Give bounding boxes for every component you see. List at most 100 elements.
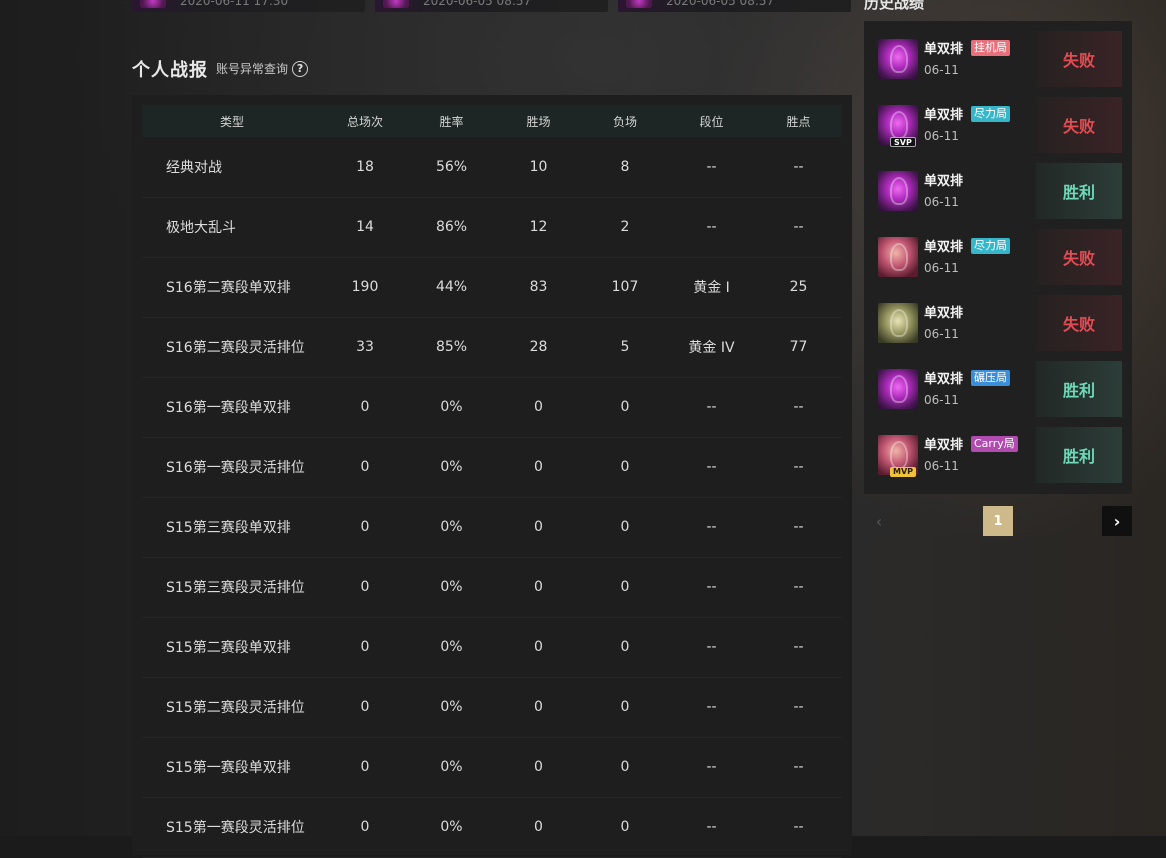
thumbnail-time: 2020-06-05 08:57 [666, 0, 775, 8]
cell-rank: -- [668, 677, 755, 738]
cell-winrate: 0% [408, 377, 495, 438]
performance-badge: SVP [890, 137, 916, 147]
thumbnail-time: 2020-06-11 17:30 [180, 0, 289, 8]
cell-rank: -- [668, 617, 755, 678]
cell-rank: -- [668, 377, 755, 438]
thumbnail-image [626, 0, 652, 8]
match-tag: 挂机局 [971, 40, 1010, 56]
account-abnormal-link[interactable]: 账号异常查询 ? [216, 60, 309, 77]
table-row: S16第一赛段单双排 0 0% 0 0 -- -- [142, 377, 842, 438]
match-item[interactable]: 单双排 06-11 胜利 [878, 153, 1122, 219]
table-row: S16第二赛段单双排 190 44% 83 107 黄金 I 25 [142, 257, 842, 318]
match-result[interactable]: 失败 [1036, 97, 1122, 153]
cell-total: 0 [322, 557, 408, 618]
cell-winrate: 0% [408, 737, 495, 798]
champion-avatar [878, 39, 918, 79]
cell-wins: 28 [495, 317, 582, 378]
cell-total: 0 [322, 377, 408, 438]
match-tag: 尽力局 [971, 238, 1010, 254]
match-item[interactable]: 单双排 尽力局 06-11 失败 [878, 219, 1122, 285]
cell-wins: 10 [495, 137, 582, 198]
match-result[interactable]: 胜利 [1036, 163, 1122, 219]
column-header-losses: 负场 [612, 114, 637, 129]
cell-wins: 0 [495, 737, 582, 798]
match-result[interactable]: 失败 [1036, 295, 1122, 351]
queue-name: 单双排 [924, 372, 964, 387]
champion-avatar [878, 369, 918, 409]
column-header-winrate: 胜率 [439, 114, 464, 129]
page-title: 个人战报 [132, 60, 208, 81]
thumbnail-image [140, 0, 166, 8]
queue-name: 单双排 [924, 240, 964, 255]
cell-losses: 8 [582, 137, 668, 198]
match-date: 06-11 [924, 129, 959, 143]
cell-losses: 0 [582, 617, 668, 678]
match-date: 06-11 [924, 261, 959, 275]
cell-winrate: 56% [408, 137, 495, 198]
stats-table: 类型 总场次 胜率 胜场 负场 段位 胜点 经典对战 18 56% 10 8 -- -- 极地… [142, 105, 842, 858]
match-date: 06-11 [924, 393, 959, 407]
column-header-type: 类型 [219, 114, 244, 129]
table-row: S15第二赛段单双排 0 0% 0 0 -- -- [142, 617, 842, 678]
stats-panel: 类型 总场次 胜率 胜场 负场 段位 胜点 经典对战 18 56% 10 8 -- -- 极地… [132, 95, 852, 858]
help-circle-icon[interactable]: ? [292, 60, 309, 77]
table-row: 经典对战 18 56% 10 8 -- -- [142, 137, 842, 198]
queue-name: 单双排 [924, 174, 964, 189]
cell-losses: 5 [582, 317, 668, 378]
match-item[interactable]: 单双排 06-11 失败 [878, 285, 1122, 351]
match-result[interactable]: 失败 [1036, 229, 1122, 285]
cell-type: S15第一赛段单双排 [142, 737, 322, 798]
match-item[interactable]: 单双排 挂机局 06-11 失败 [878, 21, 1122, 87]
cell-winrate: 86% [408, 197, 495, 258]
cell-type: S15第二赛段灵活排位 [142, 677, 322, 738]
cell-wins: 0 [495, 557, 582, 618]
queue-name: 单双排 [924, 306, 964, 321]
match-item[interactable]: SVP 单双排 尽力局 06-11 失败 [878, 87, 1122, 153]
cell-total: 0 [322, 497, 408, 558]
cell-rank: -- [668, 497, 755, 558]
column-header-rank: 段位 [699, 114, 724, 129]
cell-type: S15第一赛段灵活排位 [142, 797, 322, 858]
cell-lp: -- [755, 137, 842, 198]
cell-lp: -- [755, 557, 842, 618]
table-row: S15第三赛段灵活排位 0 0% 0 0 -- -- [142, 557, 842, 618]
top-thumbnail-2[interactable]: 2020-06-05 08:57 [375, 0, 608, 12]
top-thumbnail-1[interactable]: 2020-06-11 17:30 [132, 0, 365, 12]
match-result[interactable]: 胜利 [1036, 427, 1122, 483]
top-thumbnail-3[interactable]: 2020-06-05 08:57 [618, 0, 851, 12]
pager-next-button[interactable]: › [1102, 506, 1132, 536]
cell-lp: -- [755, 437, 842, 498]
cell-total: 0 [322, 737, 408, 798]
cell-winrate: 0% [408, 557, 495, 618]
chevron-right-icon: › [1113, 511, 1121, 531]
cell-total: 14 [322, 197, 408, 258]
cell-total: 190 [322, 257, 408, 318]
cell-winrate: 0% [408, 617, 495, 678]
cell-rank: 黄金 I [668, 257, 755, 318]
cell-type: 极地大乱斗 [142, 197, 322, 258]
match-item[interactable]: 单双排 碾压局 06-11 胜利 [878, 351, 1122, 417]
table-row: S16第一赛段灵活排位 0 0% 0 0 -- -- [142, 437, 842, 498]
table-header-row: 类型 总场次 胜率 胜场 负场 段位 胜点 [142, 105, 842, 137]
cell-lp: -- [755, 617, 842, 678]
history-panel-title: 历史战绩 [864, 0, 925, 12]
cell-type: S15第三赛段灵活排位 [142, 557, 322, 618]
match-result[interactable]: 失败 [1036, 31, 1122, 87]
performance-badge: MVP [890, 467, 917, 477]
cell-losses: 2 [582, 197, 668, 258]
cell-type: S16第二赛段单双排 [142, 257, 322, 318]
cell-total: 0 [322, 437, 408, 498]
pager-page-1[interactable]: 1 [983, 506, 1013, 536]
account-abnormal-label[interactable]: 账号异常查询 [216, 60, 288, 77]
match-item[interactable]: MVP 单双排 Carry局 06-11 胜利 [878, 417, 1122, 483]
match-result[interactable]: 胜利 [1036, 361, 1122, 417]
match-tag: Carry局 [971, 436, 1018, 452]
column-header-wins: 胜场 [526, 114, 551, 129]
match-tag: 尽力局 [971, 106, 1010, 122]
cell-type: S16第二赛段灵活排位 [142, 317, 322, 378]
match-date: 06-11 [924, 327, 959, 341]
cell-rank: -- [668, 737, 755, 798]
cell-losses: 0 [582, 557, 668, 618]
pager-prev-button[interactable]: ‹ [864, 506, 894, 536]
cell-wins: 0 [495, 377, 582, 438]
